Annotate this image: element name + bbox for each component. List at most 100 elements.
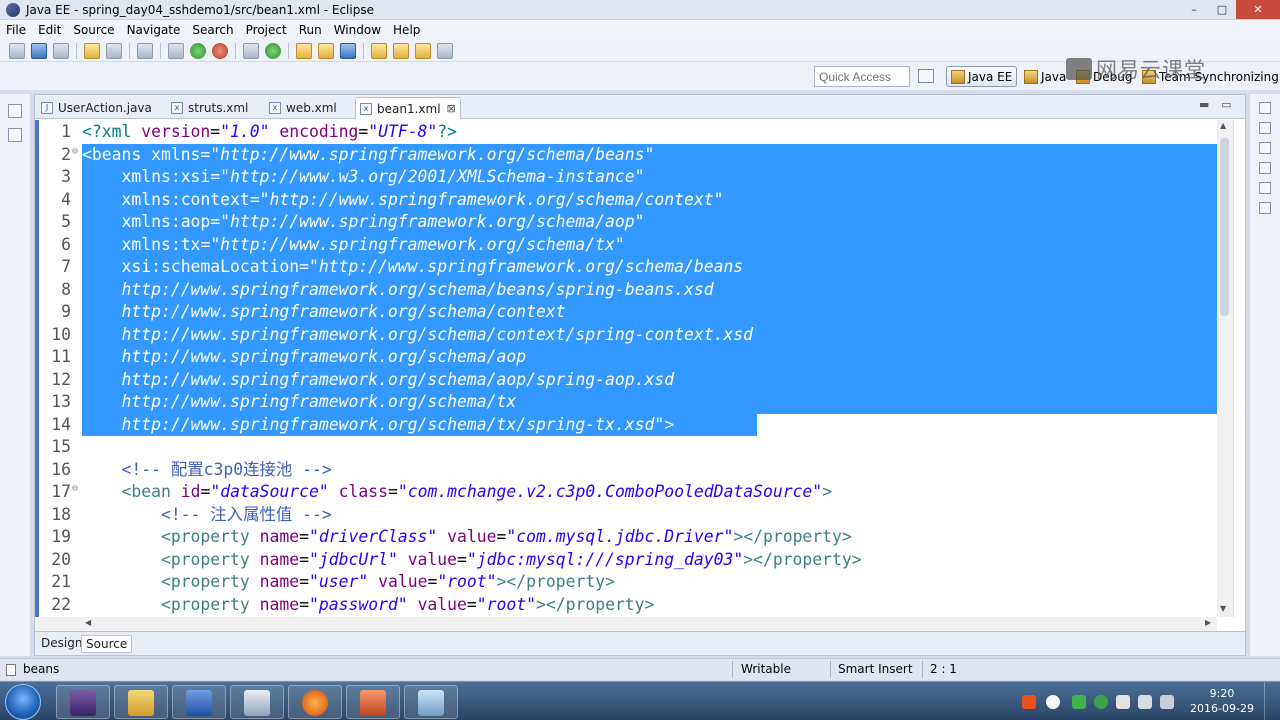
tab-struts-xml[interactable]: x struts.xml xyxy=(167,97,248,119)
coverage-icon[interactable] xyxy=(212,42,228,59)
code-line[interactable]: 22 <property name="password" value="root… xyxy=(35,594,1217,617)
security-icon[interactable] xyxy=(1094,695,1108,709)
perspective-java[interactable]: Java xyxy=(1020,66,1066,87)
quick-access-input[interactable] xyxy=(814,66,910,87)
save-icon[interactable] xyxy=(31,42,47,59)
code-line[interactable]: 16 <!-- 配置c3p0连接池 --> xyxy=(35,459,1217,482)
close-button[interactable]: ✕ xyxy=(1236,0,1280,19)
fold-toggle-icon[interactable]: ⊖ xyxy=(72,478,78,501)
close-tab-icon[interactable]: ⊠ xyxy=(447,102,456,115)
menu-navigate[interactable]: Navigate xyxy=(121,20,187,40)
search-icon[interactable] xyxy=(318,42,334,59)
taskbar-explorer[interactable] xyxy=(114,685,168,719)
globe-icon[interactable] xyxy=(340,42,356,59)
vertical-scrollbar[interactable]: ▲ ▼ xyxy=(1217,120,1233,617)
code-line[interactable]: 12 http://www.springframework.org/schema… xyxy=(35,368,1217,391)
tab-bean1-xml[interactable]: x bean1.xml ⊠ xyxy=(355,97,461,119)
network-icon[interactable] xyxy=(1138,695,1152,709)
servers-icon[interactable] xyxy=(1259,202,1271,214)
forward-icon[interactable] xyxy=(437,42,453,59)
markers-icon[interactable] xyxy=(1259,162,1271,174)
scroll-up-icon[interactable]: ▲ xyxy=(1220,121,1226,130)
volume-icon[interactable] xyxy=(1160,695,1174,709)
next-annotation-icon[interactable] xyxy=(371,42,387,59)
properties-icon[interactable] xyxy=(1259,182,1271,194)
new-class-icon[interactable] xyxy=(265,42,281,59)
project-explorer-icon[interactable] xyxy=(8,128,22,142)
server-icon[interactable] xyxy=(243,42,259,59)
code-line[interactable]: 11 http://www.springframework.org/schema… xyxy=(35,346,1217,369)
taskbar-paint[interactable] xyxy=(404,685,458,719)
minimize-editor-icon[interactable]: ▬ xyxy=(1199,98,1209,111)
input-method-icon[interactable] xyxy=(1022,695,1036,709)
code-line[interactable]: 5 xmlns:aop="http://www.springframework.… xyxy=(35,211,1217,234)
menu-help[interactable]: Help xyxy=(387,20,426,40)
code-editor[interactable]: 1 <?xml version="1.0" encoding="UTF-8"?> 2… xyxy=(35,120,1245,617)
taskbar-eclipse[interactable] xyxy=(56,685,110,719)
device-icon[interactable] xyxy=(1116,695,1130,709)
code-line[interactable]: 17 ⊖ <bean id="dataSource" class="com.mch… xyxy=(35,481,1217,504)
perspective-java-ee[interactable]: Java EE xyxy=(946,66,1018,87)
prev-annotation-icon[interactable] xyxy=(393,42,409,59)
show-desktop-button[interactable] xyxy=(1264,682,1280,720)
code-line[interactable]: 20 <property name="jdbcUrl" value="jdbc:… xyxy=(35,549,1217,572)
code-line[interactable]: 19 <property name="driverClass" value="c… xyxy=(35,526,1217,549)
menu-file[interactable]: File xyxy=(0,20,32,40)
scroll-down-icon[interactable]: ▼ xyxy=(1220,604,1226,613)
run-icon[interactable] xyxy=(190,42,206,59)
restore-view-icon[interactable] xyxy=(1259,102,1271,114)
open-type-icon[interactable] xyxy=(296,42,312,59)
code-line[interactable]: 15 xyxy=(35,436,1217,459)
menu-search[interactable]: Search xyxy=(186,20,239,40)
code-line[interactable]: 1 <?xml version="1.0" encoding="UTF-8"?> xyxy=(35,121,1217,144)
taskbar-firefox[interactable] xyxy=(288,685,342,719)
menu-source[interactable]: Source xyxy=(67,20,120,40)
back-icon[interactable] xyxy=(415,42,431,59)
restore-view-icon[interactable] xyxy=(8,104,22,118)
scrollbar-thumb[interactable] xyxy=(1220,138,1229,316)
horizontal-scrollbar[interactable]: ◀ ▶ xyxy=(35,617,1217,631)
taskbar-word[interactable] xyxy=(172,685,226,719)
code-line[interactable]: 3 xmlns:xsi="http://www.w3.org/2001/XMLS… xyxy=(35,166,1217,189)
scroll-left-icon[interactable]: ◀ xyxy=(85,618,91,627)
sync-icon[interactable] xyxy=(1072,695,1086,709)
code-line[interactable]: 14 http://www.springframework.org/schema… xyxy=(35,413,1217,436)
menu-run[interactable]: Run xyxy=(293,20,328,40)
code-line[interactable]: 7 xsi:schemaLocation="http://www.springf… xyxy=(35,256,1217,279)
tab-design[interactable]: Design xyxy=(37,635,86,653)
tray-arrow-icon[interactable] xyxy=(1046,695,1060,709)
menu-edit[interactable]: Edit xyxy=(32,20,67,40)
code-line[interactable]: 21 <property name="user" value="root"></… xyxy=(35,571,1217,594)
terminal-icon[interactable] xyxy=(106,42,122,59)
code-line[interactable]: 10 http://www.springframework.org/schema… xyxy=(35,323,1217,346)
code-line[interactable]: 8 http://www.springframework.org/schema/… xyxy=(35,278,1217,301)
minimize-button[interactable]: – xyxy=(1180,0,1208,19)
maximize-button[interactable]: □ xyxy=(1208,0,1236,19)
skip-icon[interactable] xyxy=(137,42,153,59)
code-line[interactable]: 6 xmlns:tx="http://www.springframework.o… xyxy=(35,233,1217,256)
fold-toggle-icon[interactable]: ⊖ xyxy=(72,141,78,164)
menu-window[interactable]: Window xyxy=(328,20,387,40)
tab-source[interactable]: Source xyxy=(81,635,133,653)
outline-icon[interactable] xyxy=(1259,122,1271,134)
code-line[interactable]: 2 ⊖ <beans xmlns="http://www.springframewo… xyxy=(35,141,1217,166)
code-line[interactable]: 9 http://www.springframework.org/schema/… xyxy=(35,301,1217,324)
menu-project[interactable]: Project xyxy=(240,20,293,40)
maximize-editor-icon[interactable]: ▭ xyxy=(1221,98,1231,111)
clock[interactable]: 9:20 2016-09-29 xyxy=(1190,686,1254,716)
taskbar-editor[interactable] xyxy=(230,685,284,719)
tab-web-xml[interactable]: x web.xml xyxy=(265,97,337,119)
tab-useraction-java[interactable]: J UserAction.java xyxy=(37,97,152,119)
new-icon[interactable] xyxy=(9,42,25,59)
code-line[interactable]: 13 http://www.springframework.org/schema… xyxy=(35,391,1217,414)
print-icon[interactable] xyxy=(53,42,69,59)
taskbar-powerpoint[interactable] xyxy=(346,685,400,719)
debug-icon[interactable] xyxy=(168,42,184,59)
task-list-icon[interactable] xyxy=(1259,142,1271,154)
code-line[interactable]: 4 xmlns:context="http://www.springframew… xyxy=(35,188,1217,211)
scroll-right-icon[interactable]: ▶ xyxy=(1205,618,1211,627)
open-perspective-icon[interactable] xyxy=(918,69,934,83)
code-line[interactable]: 18 <!-- 注入属性值 --> xyxy=(35,504,1217,527)
start-button[interactable] xyxy=(5,684,41,720)
build-icon[interactable] xyxy=(84,42,100,59)
